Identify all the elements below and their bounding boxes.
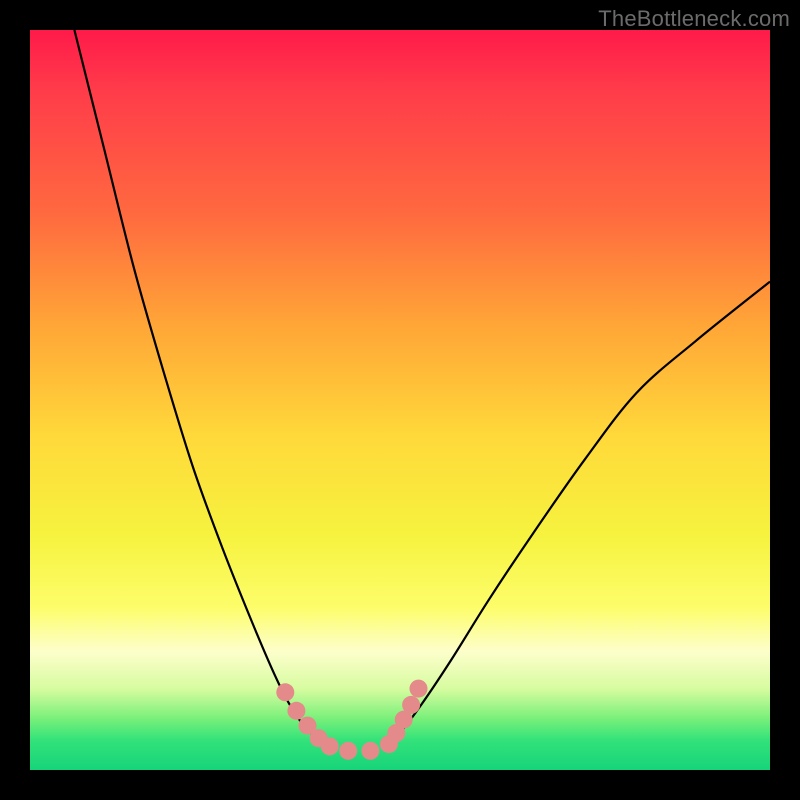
marker-dot <box>276 683 294 701</box>
marker-dot <box>287 702 305 720</box>
marker-dot <box>361 742 379 760</box>
curve-left <box>74 30 326 748</box>
watermark-text: TheBottleneck.com <box>598 6 790 32</box>
marker-dot <box>402 696 420 714</box>
marker-dot <box>321 737 339 755</box>
chart-plot-area <box>30 30 770 770</box>
chart-svg <box>30 30 770 770</box>
marker-dot <box>339 742 357 760</box>
marker-dot <box>410 680 428 698</box>
curve-right <box>385 282 770 748</box>
